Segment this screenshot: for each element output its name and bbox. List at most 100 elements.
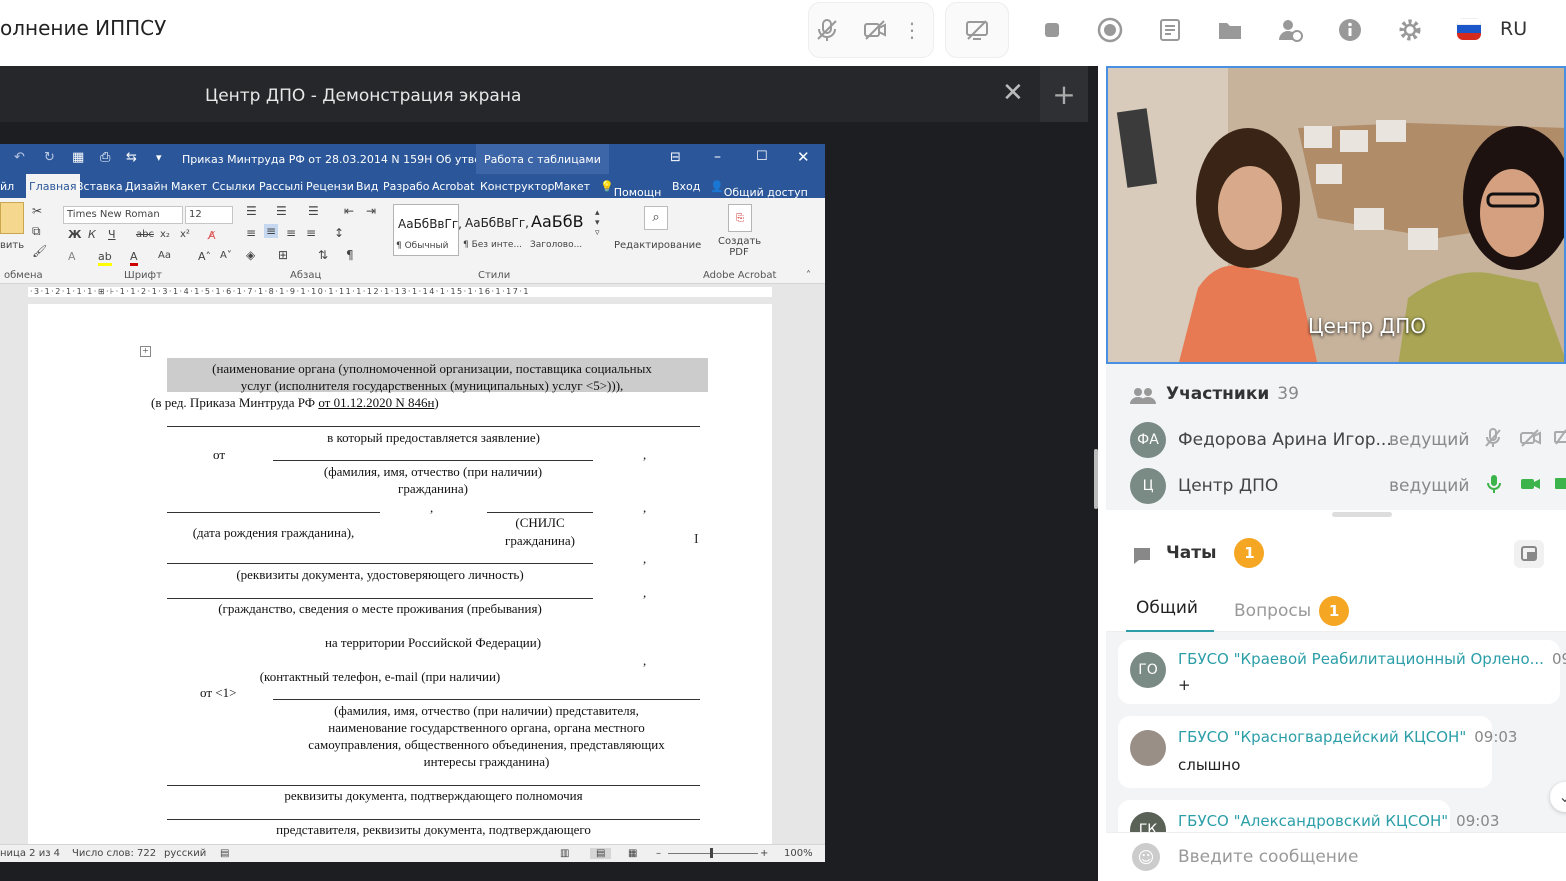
tab-general[interactable]: Общий xyxy=(1136,598,1198,618)
paste-label[interactable]: вить xyxy=(0,240,24,251)
align-left-icon[interactable]: ≡ xyxy=(246,226,256,240)
page-count[interactable]: ница 2 из 4 xyxy=(0,848,60,859)
paste-icon[interactable] xyxy=(0,202,24,234)
print-layout-icon[interactable]: ▤ xyxy=(590,848,612,859)
search-icon[interactable]: ⌕ xyxy=(644,206,668,230)
zoom-level[interactable]: 100% xyxy=(784,848,813,859)
word-count[interactable]: Число слов: 722 xyxy=(72,848,156,859)
message-sender[interactable]: ГБУСО "Александровский КЦСОН" 09:03 xyxy=(1178,812,1499,830)
screen-share-off-icon[interactable] xyxy=(955,8,999,52)
participant-row[interactable]: Ц Центр ДПО ведущий xyxy=(1130,468,1566,508)
align-right-icon[interactable]: ≡ xyxy=(286,226,296,240)
screen-off-icon[interactable] xyxy=(1554,428,1566,453)
message-sender[interactable]: ГБУСО "Красногвардейский КЦСОН" 09:03 xyxy=(1178,728,1517,746)
sign-in-link[interactable]: Вход xyxy=(672,180,700,193)
sort-icon[interactable]: ⇅ xyxy=(318,248,328,262)
tab-constructor[interactable]: Конструктор xyxy=(480,180,554,193)
proofing-icon[interactable]: ▤ xyxy=(220,848,229,859)
shading-icon[interactable]: ◈ xyxy=(246,248,255,262)
maximize-icon[interactable]: ☐ xyxy=(756,149,768,164)
multilevel-list-icon[interactable]: ☰ xyxy=(308,204,319,218)
camera-on-icon[interactable] xyxy=(1520,474,1542,499)
pilcrow-icon[interactable]: ¶ xyxy=(346,248,354,262)
line-spacing-icon[interactable]: ↕ xyxy=(334,226,344,240)
tab-insert[interactable]: Вставка xyxy=(76,180,123,193)
close-window-icon[interactable]: ✕ xyxy=(797,148,810,166)
tab-references[interactable]: Ссылки xyxy=(212,180,255,193)
zoom-in-icon[interactable]: + xyxy=(760,848,768,859)
camera-off-icon[interactable] xyxy=(853,8,897,52)
mic-off-icon[interactable] xyxy=(805,8,849,52)
subscript-icon[interactable]: x₂ xyxy=(160,229,170,240)
settings-gear-icon[interactable] xyxy=(1388,8,1432,52)
pdf-icon[interactable]: ⎘ xyxy=(728,204,752,232)
borders-icon[interactable]: ⊞ xyxy=(278,248,288,262)
font-color-icon[interactable]: A xyxy=(130,250,138,266)
cut-icon[interactable]: ✂ xyxy=(32,204,42,218)
web-layout-icon[interactable]: ▦ xyxy=(628,848,637,859)
stop-icon[interactable] xyxy=(1030,8,1074,52)
customize-qat-icon[interactable]: ▾ xyxy=(156,151,162,164)
font-name-select[interactable]: Times New Roman xyxy=(63,206,183,224)
language-status[interactable]: русский xyxy=(164,848,206,859)
styles-scroll-icon[interactable]: ▴ ▾ ▿ xyxy=(595,208,600,238)
document-page[interactable]: + (наименование органа (уполномоченной о… xyxy=(28,304,772,844)
zoom-slider[interactable] xyxy=(668,853,758,854)
video-tile[interactable]: Центр ДПО xyxy=(1106,66,1566,364)
zoom-out-icon[interactable]: – xyxy=(656,848,661,859)
decrease-indent-icon[interactable]: ⇤ xyxy=(344,204,354,218)
shrink-font-icon[interactable]: A˅ xyxy=(220,250,232,261)
align-center-icon[interactable]: ≡ xyxy=(264,224,279,238)
stage-resize-handle[interactable] xyxy=(1094,449,1098,509)
tab-questions[interactable]: Вопросы 1 xyxy=(1234,596,1350,626)
scroll-down-icon[interactable]: ⌄ xyxy=(1550,782,1566,812)
screen-share-on-icon[interactable] xyxy=(1554,474,1566,499)
format-painter-icon[interactable]: 🖌 xyxy=(32,244,47,258)
style-no-spacing[interactable]: АаБбВвГг, ¶ Без инте... xyxy=(461,204,529,256)
tab-acrobat[interactable]: Acrobat xyxy=(432,180,474,193)
camera-off-icon[interactable] xyxy=(1520,428,1542,453)
tab-home[interactable]: Главная xyxy=(26,174,80,198)
tab-help[interactable]: 💡 Помощн xyxy=(600,180,661,199)
emoji-icon[interactable]: ☺ xyxy=(1132,843,1160,871)
notes-icon[interactable] xyxy=(1148,8,1192,52)
folder-icon[interactable] xyxy=(1208,8,1252,52)
justify-icon[interactable]: ≡ xyxy=(306,226,316,240)
message-input[interactable]: Введите сообщение xyxy=(1178,847,1358,867)
more-icon[interactable]: ⋮ xyxy=(892,8,932,52)
revision-link[interactable]: от 01.12.2020 N 846н xyxy=(318,395,434,410)
minimize-icon[interactable]: – xyxy=(714,149,721,165)
print-preview-icon[interactable]: ⎙ xyxy=(100,150,110,165)
chat-popout-icon[interactable] xyxy=(1514,540,1544,568)
text-effects-icon[interactable]: A xyxy=(68,250,76,263)
undo-icon[interactable]: ↶ xyxy=(14,150,25,165)
clear-format-icon[interactable]: A̸ xyxy=(208,229,216,242)
numbering-icon[interactable]: ☰ xyxy=(276,204,287,218)
panel-resize-handle[interactable] xyxy=(1332,512,1392,517)
quick-access-icon[interactable]: ⇆ xyxy=(126,150,137,165)
participant-row[interactable]: ФА Федорова Арина Игор... ведущий xyxy=(1130,422,1566,462)
collapse-ribbon-icon[interactable]: ˄ xyxy=(806,270,811,281)
record-icon[interactable] xyxy=(1088,8,1132,52)
add-user-icon[interactable] xyxy=(1268,8,1312,52)
tab-file[interactable]: йл xyxy=(0,180,14,193)
style-heading[interactable]: АаБбВ Заголово... xyxy=(528,204,594,256)
tab-mailings[interactable]: Рассылі xyxy=(259,180,303,193)
tab-review[interactable]: Рецензи xyxy=(306,180,354,193)
message-sender[interactable]: ГБУСО "Краевой Реабилитационный Орлено..… xyxy=(1178,650,1566,668)
change-case-icon[interactable]: Aa xyxy=(158,250,171,261)
tab-developer[interactable]: Разрабо xyxy=(383,180,429,193)
chats-header[interactable]: Чаты 1 xyxy=(1166,538,1265,568)
ribbon-display-icon[interactable]: ⊟ xyxy=(670,150,681,165)
russia-flag-icon[interactable] xyxy=(1457,18,1481,40)
create-pdf-button[interactable]: Создать PDF xyxy=(718,236,761,258)
bullets-icon[interactable]: ☰ xyxy=(246,204,257,218)
close-stage-icon[interactable]: ✕ xyxy=(1002,78,1024,108)
participants-header[interactable]: Участники 39 xyxy=(1166,384,1299,404)
highlight-icon[interactable]: ab xyxy=(98,250,112,266)
add-stage-icon[interactable]: + xyxy=(1040,66,1088,122)
mic-on-icon[interactable] xyxy=(1486,474,1502,499)
mic-off-icon[interactable] xyxy=(1484,428,1502,453)
bold-icon[interactable]: Ж xyxy=(68,228,81,241)
tab-design[interactable]: Дизайн xyxy=(125,180,168,193)
